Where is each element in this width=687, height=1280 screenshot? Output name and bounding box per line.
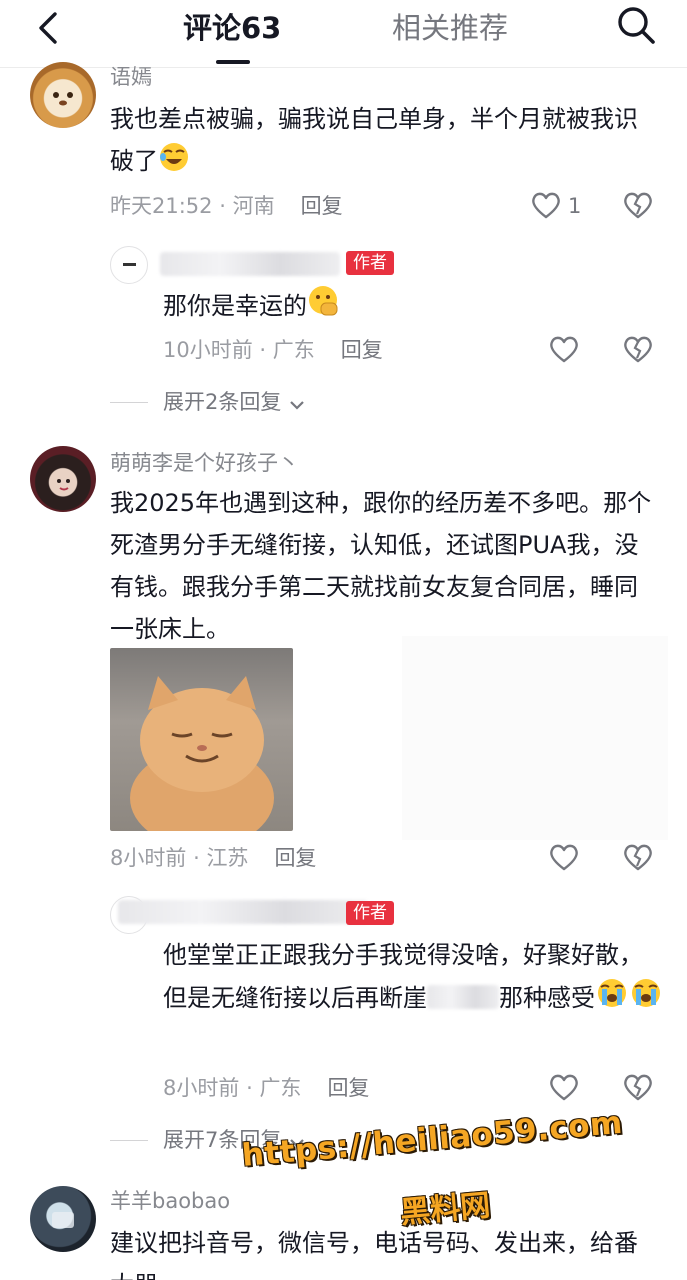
loudly-crying-emoji-icon [598,979,626,1007]
comment-meta: 8小时前 · 江苏 回复 [110,846,317,870]
dislike-broken-heart-icon[interactable] [622,842,654,872]
heart-icon[interactable] [548,334,580,364]
expand-replies-button[interactable]: 展开2条回复 [163,388,306,416]
reply-button[interactable]: 回复 [341,338,383,362]
avatar[interactable] [30,1186,96,1252]
hand-over-mouth-emoji-icon [309,286,338,316]
comment-username[interactable]: 语嫣 [110,64,152,90]
author-name-blurred [160,252,340,276]
profile-photo-icon [52,1212,74,1228]
reply-button[interactable]: 回复 [301,194,343,218]
tab-related[interactable]: 相关推荐 [392,10,508,46]
lion-face-icon [53,92,73,106]
comment-text: 建议把抖音号，微信号，电话号码、发出来，给番大器 [110,1229,638,1280]
top-bar: 评论63 相关推荐 [0,0,687,68]
dislike-broken-heart-icon[interactable] [622,334,654,364]
reply-button[interactable]: 回复 [274,846,316,870]
heart-icon[interactable] [548,1072,580,1102]
reply-button[interactable]: 回复 [327,1076,369,1100]
reply-text: 那你是幸运的 [163,284,643,327]
tab-comments[interactable]: 评论63 [183,10,281,46]
author-tag: 作者 [346,251,394,275]
expand-divider [110,402,148,403]
reply-meta: 10小时前 · 广东 回复 [163,338,383,362]
heart-icon[interactable] [548,842,580,872]
comment-meta: 昨天21:52 · 河南 回复 [110,194,343,218]
image-placeholder-faded [402,636,668,840]
heart-icon[interactable] [530,190,562,220]
author-avatar[interactable] [110,246,148,284]
cat-sticker-image[interactable] [110,648,293,831]
loudly-crying-emoji-icon [632,979,660,1007]
back-arrow-icon[interactable] [30,8,70,48]
rofl-emoji-icon [160,143,188,171]
search-icon[interactable] [612,2,660,50]
author-tag: 作者 [346,901,394,925]
author-name-blurred [118,900,368,924]
comment-username[interactable]: 羊羊baobao [110,1188,230,1214]
expand-divider [110,1140,148,1141]
comment-text: 我2025年也遇到这种，跟你的经历差不多吧。那个死渣男分手无缝衔接，认知低，还试… [110,489,652,643]
avatar[interactable] [30,446,96,512]
watermark-url: https://heiliao59.com [240,1104,625,1174]
comment-text: 我也差点被骗，骗我说自己单身，半个月就被我识破了 [110,105,638,175]
watermark-site-name: 黑料网 [398,1188,492,1231]
author-avatar-mark [123,263,136,266]
blurred-word [427,985,499,1009]
like-count: 1 [568,194,582,218]
girl-portrait-icon [57,479,70,491]
dislike-broken-heart-icon[interactable] [622,1072,654,1102]
reply-meta: 8小时前 · 广东 回复 [163,1076,370,1100]
avatar[interactable] [30,62,96,128]
chevron-down-icon [290,401,304,410]
reply-text: 他堂堂正正跟我分手我觉得没啥，好聚好散，但是无缝衔接以后再断崖 那种感受 [163,934,663,1019]
dislike-broken-heart-icon[interactable] [622,190,654,220]
active-tab-indicator [216,60,250,64]
cat-icon [130,676,274,831]
comment-username[interactable]: 萌萌李是个好孩子丶 [110,450,299,476]
